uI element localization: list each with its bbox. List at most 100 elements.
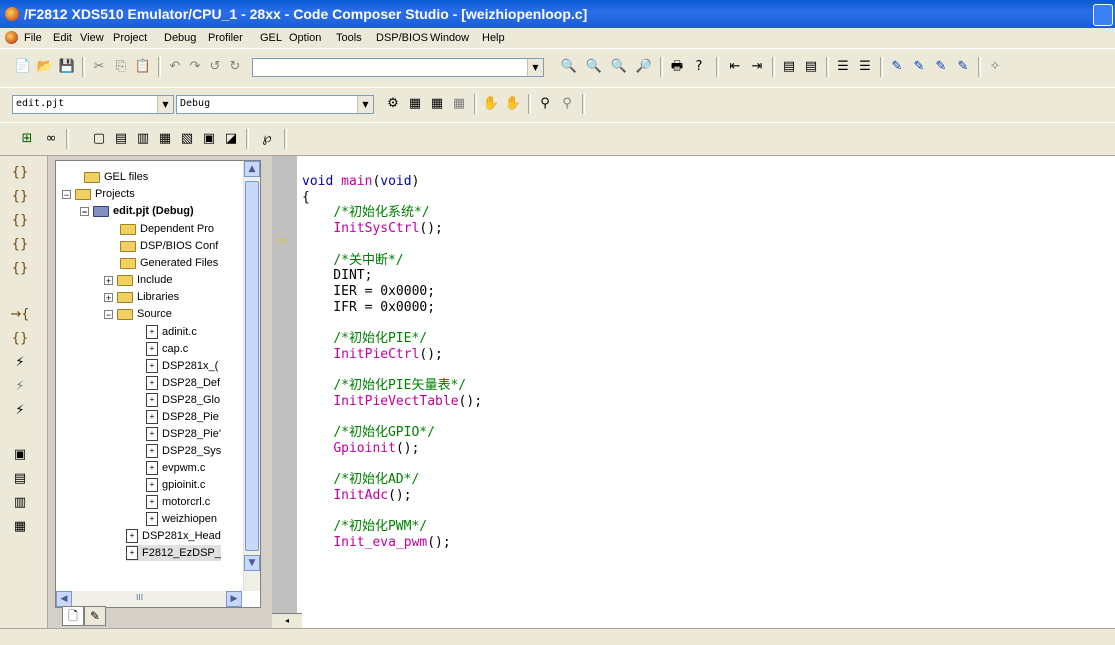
find-next-icon[interactable]: 🔍 xyxy=(585,58,603,76)
undo-icon[interactable]: ↶ xyxy=(166,58,184,76)
tree-item[interactable]: + DSP28_Pie xyxy=(146,409,219,425)
breakpoint-remove-icon[interactable]: ✋ xyxy=(504,95,522,113)
expand-toggle[interactable]: + xyxy=(104,275,113,285)
tree-item[interactable]: + DSP28_Sys xyxy=(146,443,221,459)
chevron-down-icon[interactable]: ▼ xyxy=(357,96,373,113)
disassembly-window-icon[interactable]: ▥ xyxy=(134,130,152,148)
tree-item[interactable]: − Projects xyxy=(62,186,135,202)
step-over-icon[interactable]: {} xyxy=(10,188,30,206)
tool-icon[interactable]: ✧ xyxy=(986,58,1004,76)
set-pc-icon[interactable]: {} xyxy=(10,260,30,278)
tree-item[interactable]: + motorcrl.c xyxy=(146,494,210,510)
find-combo[interactable]: ▼ xyxy=(252,58,544,77)
bookmark-toggle-icon[interactable]: ▤ xyxy=(780,58,798,76)
tree-item[interactable]: Generated Files xyxy=(120,255,218,271)
new-file-icon[interactable]: 📄 xyxy=(14,58,32,76)
memory-window-icon[interactable]: ▢ xyxy=(90,130,108,148)
collapse-toggle[interactable]: − xyxy=(80,206,89,216)
menu-option[interactable]: Option xyxy=(289,32,321,44)
tree-item[interactable]: + weizhiopen xyxy=(146,511,217,527)
step-out-icon[interactable]: {} xyxy=(10,212,30,230)
find-prev-icon[interactable]: 🔍 xyxy=(610,58,628,76)
step-into-icon[interactable]: {} xyxy=(10,164,30,182)
bookmark-prev-icon[interactable]: ✎ xyxy=(932,58,950,76)
breakpoint-toggle-icon[interactable]: ✋ xyxy=(482,95,500,113)
memory-icon[interactable]: ▤ xyxy=(10,470,30,488)
probe-point-icon[interactable]: ⚲ xyxy=(536,95,554,113)
save-icon[interactable]: 💾 xyxy=(58,58,76,76)
tab-bookmarks[interactable]: ✎ xyxy=(84,606,106,626)
bookmark-next-icon[interactable]: ▤ xyxy=(802,58,820,76)
source-code[interactable]: void main(void) { /*初始化系统*/ InitSysCtrl(… xyxy=(302,174,482,551)
menu-profiler[interactable]: Profiler xyxy=(208,32,243,44)
chevron-down-icon[interactable]: ▼ xyxy=(527,59,543,76)
find-in-files-icon[interactable]: 🔎 xyxy=(635,58,653,76)
tab-files[interactable]: 🗋 xyxy=(62,606,84,626)
tree-item[interactable]: + Libraries xyxy=(104,289,179,305)
scroll-thumb[interactable] xyxy=(245,181,259,551)
tree-item[interactable]: + DSP281x_Head xyxy=(126,528,221,544)
watch-window-icon[interactable]: ⊞ xyxy=(18,130,36,148)
expand-toggle[interactable]: + xyxy=(104,292,113,302)
profile-clock-icon[interactable]: ◪ xyxy=(222,130,240,148)
graph-window-icon[interactable]: ▧ xyxy=(178,130,196,148)
scroll-left-icon[interactable]: ◀ xyxy=(56,591,72,607)
quick-watch-icon[interactable]: ∞ xyxy=(42,130,60,148)
collapse-toggle[interactable]: − xyxy=(62,189,71,199)
scroll-up-icon[interactable]: ▲ xyxy=(244,161,260,177)
tree-item[interactable]: + Include xyxy=(104,272,172,288)
bookmark-next2-icon[interactable]: ✎ xyxy=(910,58,928,76)
config-select[interactable]: Debug ▼ xyxy=(176,95,374,114)
asm-step-over-icon[interactable]: {} xyxy=(10,330,30,348)
indent-left-icon[interactable]: ⇤ xyxy=(726,58,744,76)
bookmark-set-icon[interactable]: ✎ xyxy=(888,58,906,76)
tree-item[interactable]: + DSP28_Glo xyxy=(146,392,220,408)
editor-gutter[interactable]: ⇨ xyxy=(272,156,297,628)
menu-view[interactable]: View xyxy=(80,32,104,44)
run-icon[interactable]: ⚡ xyxy=(10,354,30,372)
tree-item[interactable]: − Source xyxy=(104,306,172,322)
disassembly-icon[interactable]: ▦ xyxy=(10,518,30,536)
menu-file[interactable]: File xyxy=(24,32,42,44)
editor-scroll-left-icon[interactable]: ◂ xyxy=(272,613,302,628)
open-folder-icon[interactable]: 📂 xyxy=(36,58,54,76)
call-stack-icon[interactable]: ▦ xyxy=(156,130,174,148)
find-icon[interactable]: 🔍 xyxy=(560,58,578,76)
tree-item[interactable]: + DSP28_Pie' xyxy=(146,426,221,442)
help-pointer-icon[interactable]: ? xyxy=(690,58,708,76)
tree-item[interactable]: + adinit.c xyxy=(146,324,197,340)
document-menu-icon[interactable] xyxy=(5,31,18,44)
redo-all-icon[interactable]: ↻ xyxy=(226,58,244,76)
redo-icon[interactable]: ↷ xyxy=(186,58,204,76)
indent-icon[interactable]: ☰ xyxy=(856,58,874,76)
tree-item[interactable]: + gpioinit.c xyxy=(146,477,205,493)
tree-item[interactable]: + DSP28_Def xyxy=(146,375,220,391)
halt-icon[interactable]: ⚡ xyxy=(10,378,30,396)
incremental-build-icon[interactable]: ▦ xyxy=(406,95,424,113)
tree-item[interactable]: DSP/BIOS Conf xyxy=(120,238,218,254)
probe-remove-icon[interactable]: ⚲ xyxy=(558,95,576,113)
undo-all-icon[interactable]: ↺ xyxy=(206,58,224,76)
collapse-toggle[interactable]: − xyxy=(104,309,113,319)
image-window-icon[interactable]: ▣ xyxy=(200,130,218,148)
rebuild-all-icon[interactable]: ▦ xyxy=(428,95,446,113)
outdent-icon[interactable]: ☰ xyxy=(834,58,852,76)
scroll-down-icon[interactable]: ▼ xyxy=(244,555,260,571)
animate-icon[interactable]: ⚡ xyxy=(10,402,30,420)
tree-item[interactable]: + cap.c xyxy=(146,341,188,357)
scroll-right-icon[interactable]: ▶ xyxy=(226,591,242,607)
tree-vertical-scrollbar[interactable]: ▲ ▼ xyxy=(243,161,260,591)
indent-right-icon[interactable]: ⇥ xyxy=(748,58,766,76)
window-control-button[interactable] xyxy=(1093,4,1113,26)
menu-gel[interactable]: GEL xyxy=(260,32,282,44)
quick-watch-icon[interactable]: ▣ xyxy=(10,446,30,464)
print-icon[interactable]: 🖶 xyxy=(668,58,686,76)
tree-item[interactable]: GEL files xyxy=(84,169,148,185)
code-editor[interactable]: ⇨ void main(void) { /*初始化系统*/ InitSysCtr… xyxy=(272,156,1115,628)
menu-project[interactable]: Project xyxy=(113,32,147,44)
chevron-down-icon[interactable]: ▼ xyxy=(157,96,173,113)
tree-item[interactable]: + DSP281x_( xyxy=(146,358,218,374)
menu-debug[interactable]: Debug xyxy=(164,32,196,44)
project-select[interactable]: edit.pjt ▼ xyxy=(12,95,174,114)
menu-tools[interactable]: Tools xyxy=(336,32,362,44)
